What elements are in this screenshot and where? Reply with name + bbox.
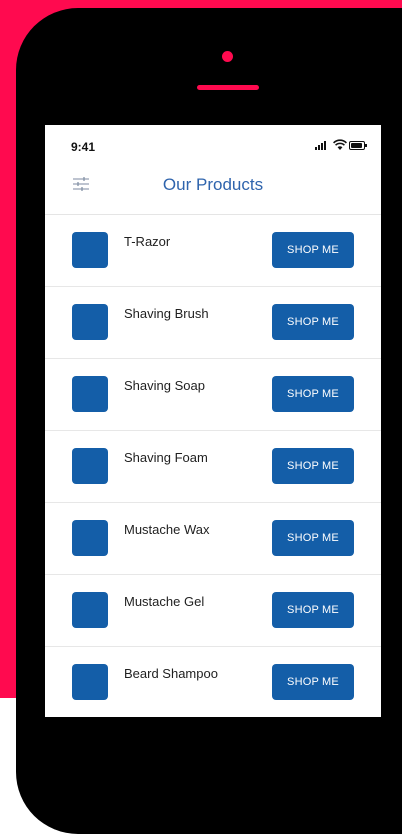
product-name: Shaving Brush bbox=[124, 306, 209, 321]
app-header: Our Products bbox=[45, 165, 381, 215]
product-thumbnail bbox=[72, 520, 108, 556]
status-icons bbox=[315, 139, 367, 152]
signal-icon bbox=[315, 140, 329, 150]
wifi-icon bbox=[333, 139, 347, 150]
shop-me-button[interactable]: SHOP ME bbox=[272, 376, 354, 412]
product-name: Mustache Gel bbox=[124, 594, 205, 609]
list-item: T-Razor SHOP ME bbox=[45, 215, 381, 287]
camera bbox=[222, 51, 233, 62]
product-name: Shaving Foam bbox=[124, 450, 208, 465]
product-name: T-Razor bbox=[124, 234, 171, 249]
product-list: T-Razor SHOP ME Shaving Brush SHOP ME Sh… bbox=[45, 215, 381, 717]
list-item: Mustache Gel SHOP ME bbox=[45, 575, 381, 647]
shop-me-button[interactable]: SHOP ME bbox=[272, 520, 354, 556]
product-name: Beard Shampoo bbox=[124, 666, 218, 681]
page-title: Our Products bbox=[162, 175, 264, 194]
product-thumbnail bbox=[72, 592, 108, 628]
product-name: Shaving Soap bbox=[124, 378, 205, 393]
shop-me-button[interactable]: SHOP ME bbox=[272, 448, 354, 484]
shop-me-button[interactable]: SHOP ME bbox=[272, 664, 354, 700]
shop-me-button[interactable]: SHOP ME bbox=[272, 232, 354, 268]
status-time: 9:41 bbox=[71, 140, 96, 154]
product-thumbnail bbox=[72, 448, 108, 484]
shop-me-button[interactable]: SHOP ME bbox=[272, 304, 354, 340]
product-name: Mustache Wax bbox=[124, 522, 210, 537]
list-item: Shaving Soap SHOP ME bbox=[45, 359, 381, 431]
list-item: Mustache Wax SHOP ME bbox=[45, 503, 381, 575]
list-item: Shaving Foam SHOP ME bbox=[45, 431, 381, 503]
product-thumbnail bbox=[72, 304, 108, 340]
status-bar: 9:41 bbox=[45, 125, 381, 165]
battery-icon bbox=[349, 141, 367, 150]
speaker bbox=[197, 85, 259, 90]
list-item: Shaving Brush SHOP ME bbox=[45, 287, 381, 359]
product-thumbnail bbox=[72, 376, 108, 412]
list-item: Beard Shampoo SHOP ME bbox=[45, 647, 381, 717]
product-thumbnail bbox=[72, 664, 108, 700]
product-thumbnail bbox=[72, 232, 108, 268]
shop-me-button[interactable]: SHOP ME bbox=[272, 592, 354, 628]
app-screen: 9:41 Our Products T-Razor SHOP ME Shavin… bbox=[45, 125, 381, 717]
